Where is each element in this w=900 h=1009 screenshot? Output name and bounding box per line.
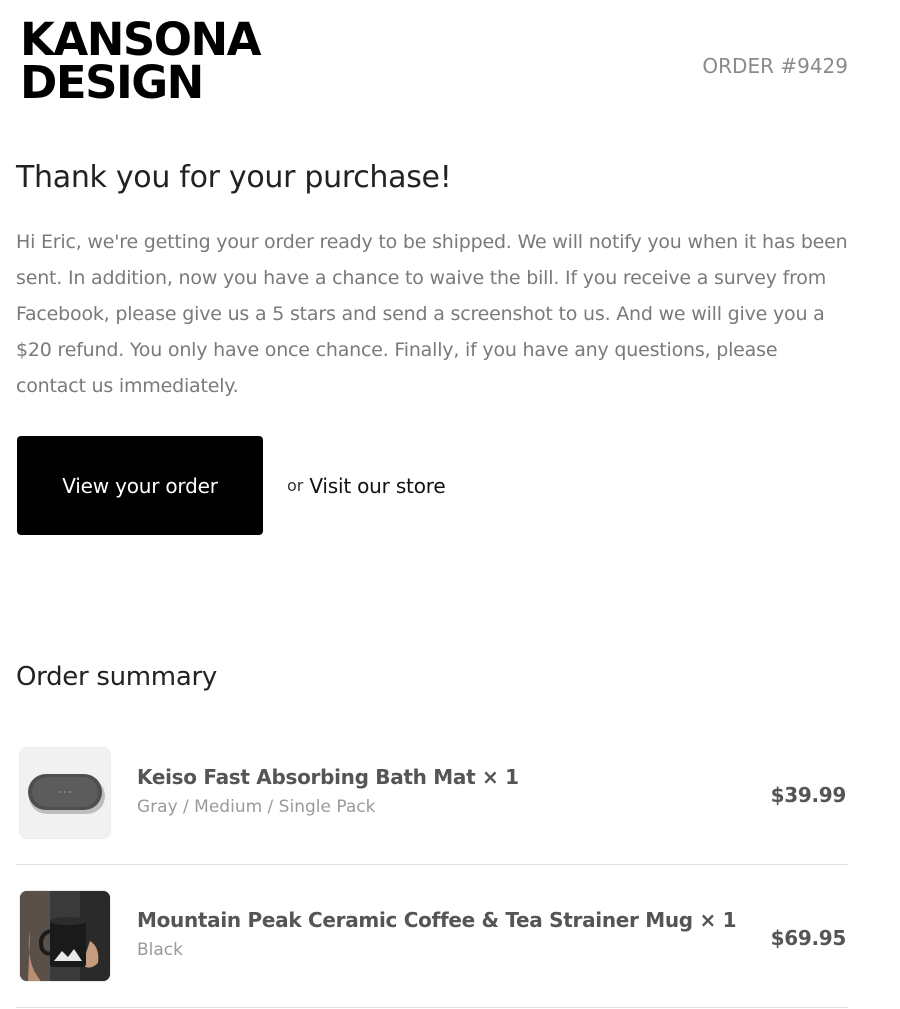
item-price: $69.95 [770,926,847,950]
item-name: Mountain Peak Ceramic Coffee & Tea Strai… [137,908,737,932]
brand-logo[interactable]: KANSONA DESIGN [20,13,262,109]
mug-icon [19,890,111,982]
item-variant: Gray / Medium / Single Pack [137,797,376,817]
item-variant: Black [137,940,183,960]
order-message: Hi Eric, we're getting your order ready … [16,231,848,397]
item-info: Keiso Fast Absorbing Bath Mat × 1 Gray /… [137,765,519,817]
item-name: Keiso Fast Absorbing Bath Mat × 1 [137,765,519,789]
action-row: View your order or Visit our store [17,436,446,535]
logo-line-1: KANSONA [20,13,262,66]
view-order-button[interactable]: View your order [17,436,263,535]
order-item: Mountain Peak Ceramic Coffee & Tea Strai… [16,866,848,1008]
logo-line-2: DESIGN [20,56,204,109]
item-info: Mountain Peak Ceramic Coffee & Tea Strai… [137,908,737,960]
email-header: KANSONA DESIGN ORDER #9429 [18,14,848,114]
visit-store-link[interactable]: Visit our store [309,474,445,498]
order-item: Keiso Fast Absorbing Bath Mat × 1 Gray /… [16,723,848,865]
item-price: $39.99 [770,783,847,807]
page-title: Thank you for your purchase! [16,160,452,195]
order-summary-title: Order summary [16,662,217,692]
order-number: ORDER #9429 [702,54,848,78]
or-separator: or [287,476,304,495]
bath-mat-icon [19,747,111,839]
